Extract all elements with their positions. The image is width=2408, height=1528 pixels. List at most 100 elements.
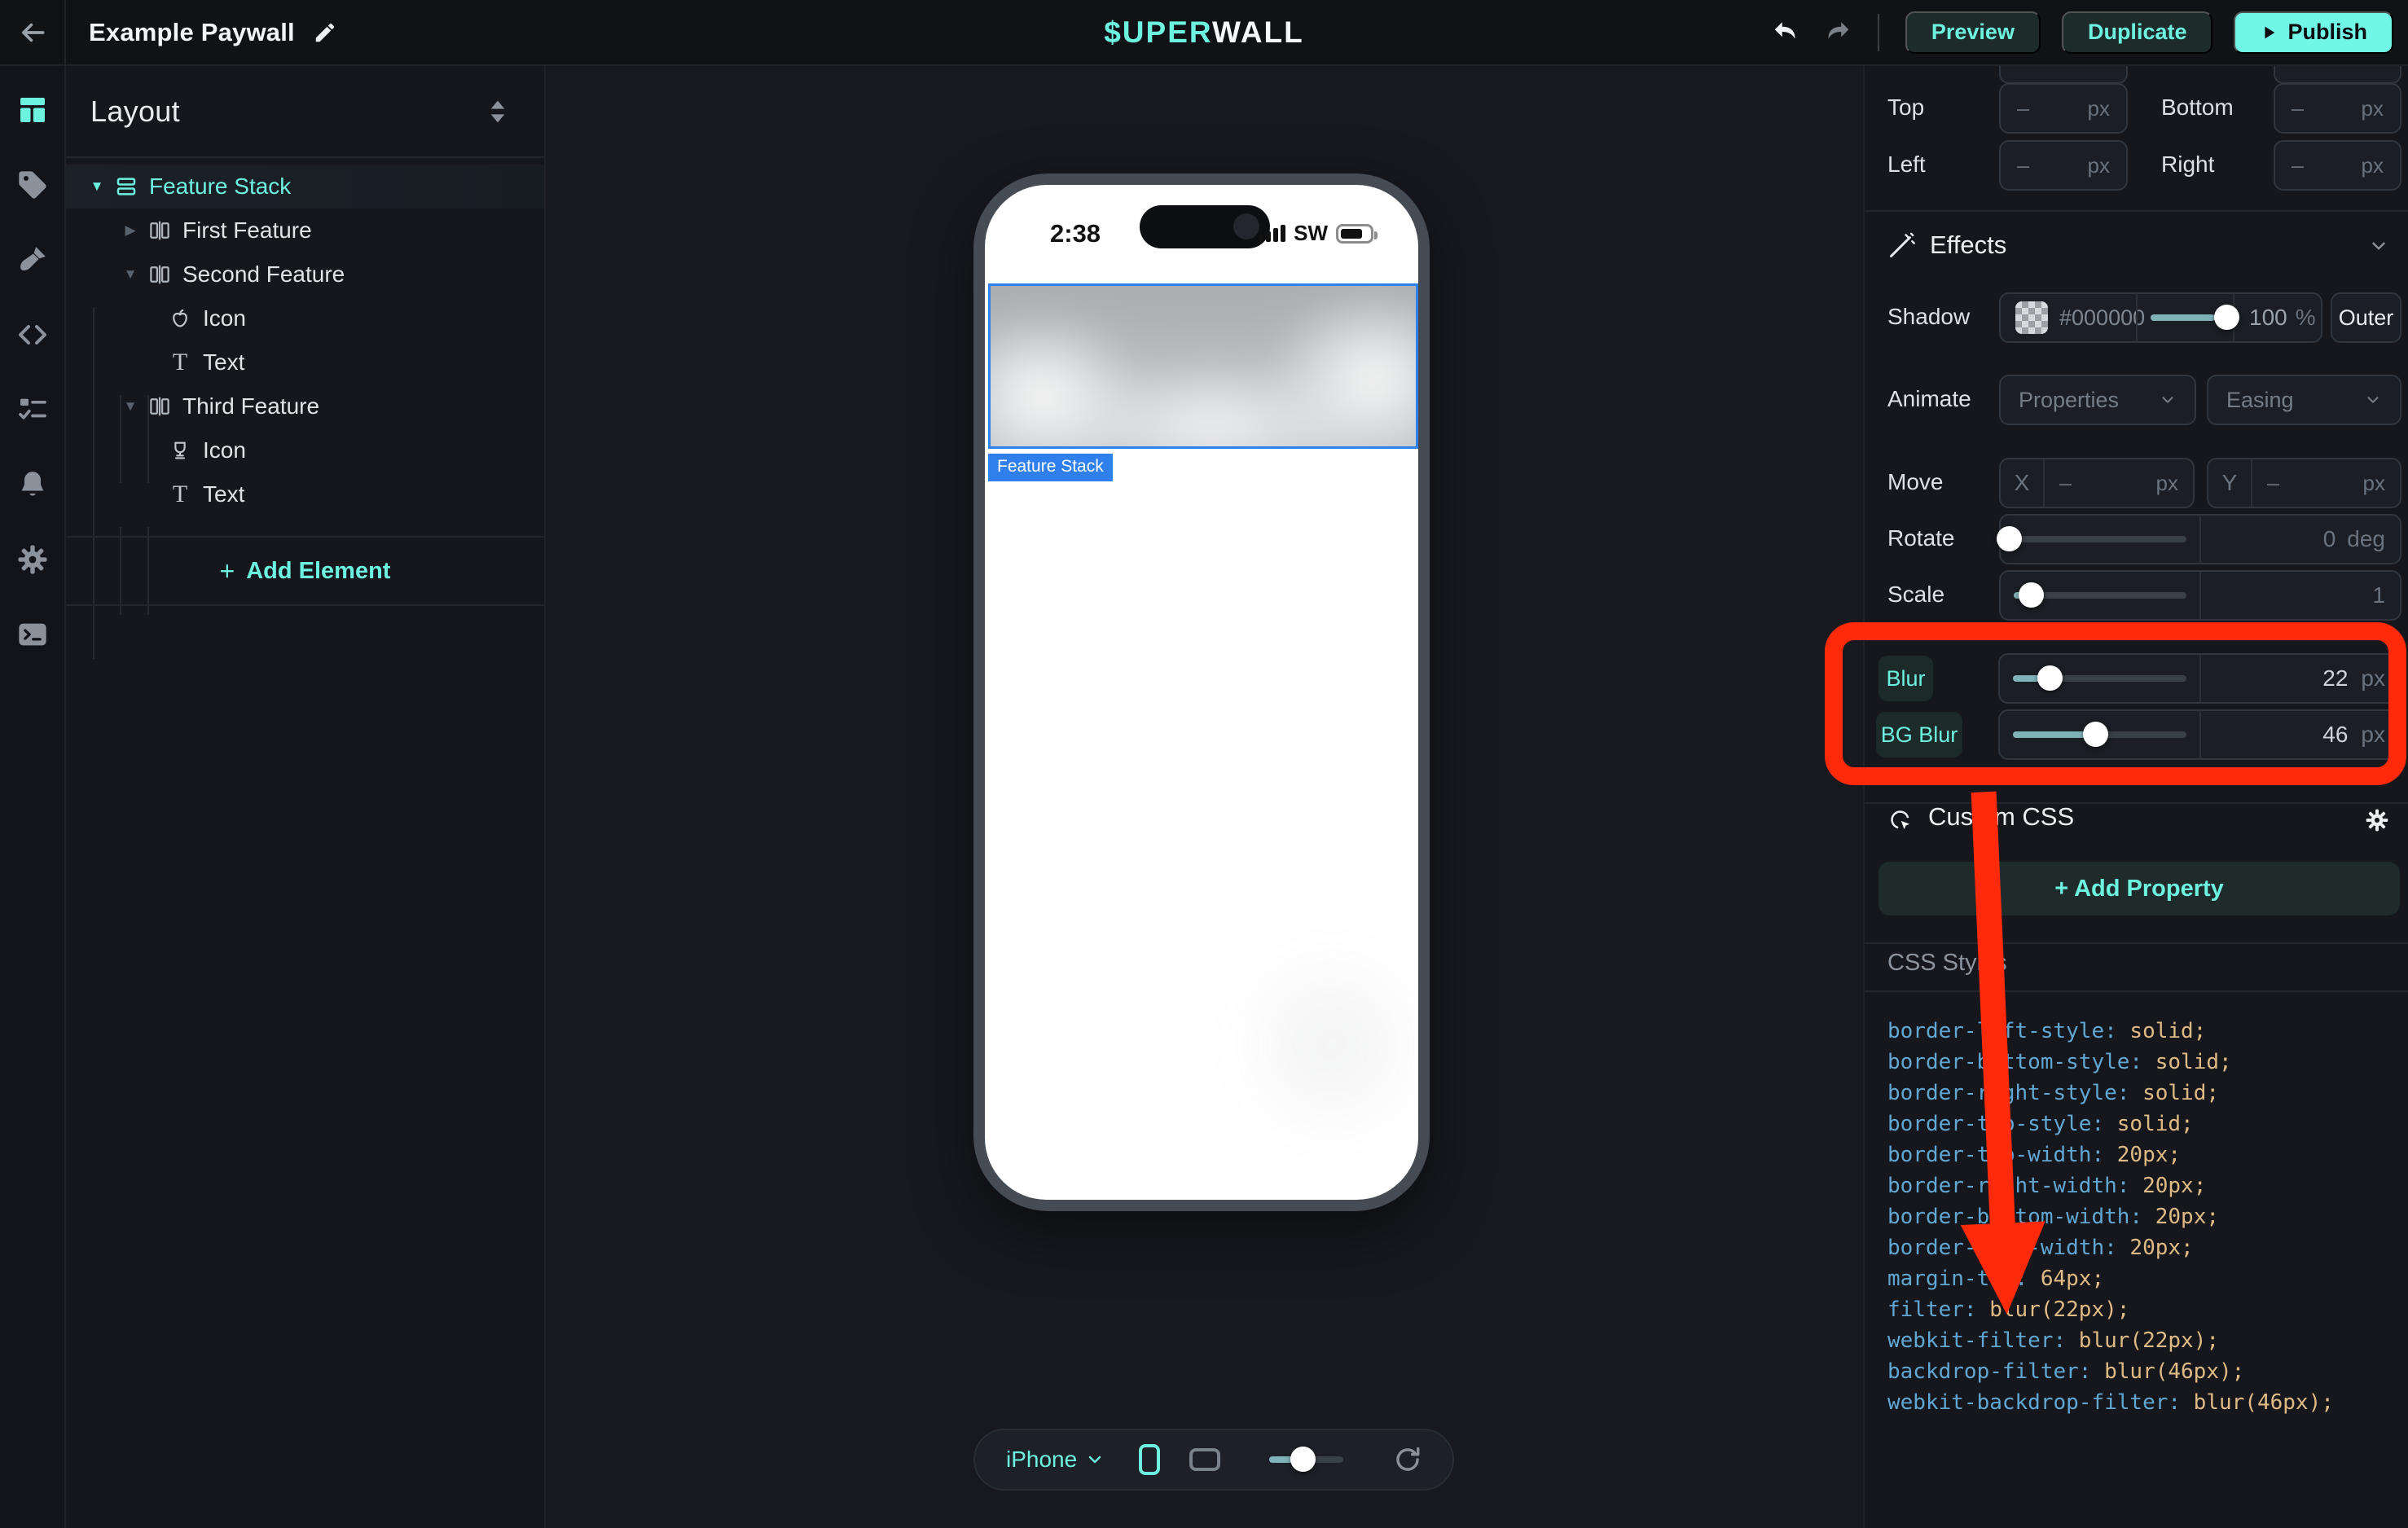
percent-unit: %: [2296, 305, 2316, 331]
move-y-input[interactable]: Y – px: [2207, 458, 2401, 508]
chevron-down-icon[interactable]: [1085, 1450, 1105, 1469]
effects-header[interactable]: Effects: [1865, 222, 2408, 268]
layout-icon: [16, 94, 49, 126]
bg-blur-value-field[interactable]: 46 px: [2199, 711, 2401, 758]
tree-row-label: Third Feature: [182, 393, 319, 419]
unit-label: px: [2363, 471, 2385, 496]
rail-code-item[interactable]: [16, 318, 49, 351]
css-code-block[interactable]: border-left-style: solid;border-bottom-s…: [1887, 1016, 2334, 1418]
add-property-button[interactable]: + Add Property: [1879, 862, 2400, 915]
tree-row-label: Text: [203, 349, 244, 375]
add-element-button[interactable]: + Add Element: [66, 536, 544, 606]
back-button[interactable]: [0, 0, 66, 64]
bg-blur-row: BG Blur 46 px: [1865, 709, 2408, 760]
caret-icon[interactable]: ▶: [115, 222, 146, 239]
dropdown-value: Properties: [2019, 388, 2119, 413]
preview-button[interactable]: Preview: [1905, 11, 2041, 54]
status-time: 2:38: [1050, 219, 1101, 248]
rail-products-item[interactable]: [16, 169, 49, 201]
tree-row-second-feature[interactable]: ▼ Second Feature: [66, 252, 544, 296]
shadow-opacity-field[interactable]: 100 %: [2233, 294, 2321, 341]
columns-icon: [146, 217, 174, 244]
tree-row-label: First Feature: [182, 217, 312, 244]
phone-screen[interactable]: Feature Stack 2:38 SW: [985, 185, 1418, 1200]
css-settings-gear-icon[interactable]: [2364, 807, 2390, 833]
chevron-down-icon: [2364, 391, 2382, 409]
custom-css-header[interactable]: Custom CSS: [1865, 797, 2408, 843]
left-input[interactable]: – px: [1999, 140, 2128, 191]
shadow-opacity-slider[interactable]: [2136, 294, 2233, 341]
bottom-input[interactable]: – px: [2274, 83, 2401, 134]
battery-icon: [1336, 224, 1373, 244]
tree-row-icon[interactable]: Icon: [66, 296, 544, 340]
publish-button[interactable]: Publish: [2234, 11, 2393, 54]
color-swatch[interactable]: [2015, 301, 2048, 334]
chevron-down-icon[interactable]: [2368, 235, 2389, 257]
tree-row-feature-stack[interactable]: ▼ Feature Stack: [66, 165, 544, 209]
sort-icon[interactable]: [487, 99, 508, 124]
right-input[interactable]: – px: [2274, 140, 2401, 191]
slider-knob[interactable]: [1290, 1447, 1316, 1472]
move-x-input[interactable]: X – px: [1999, 458, 2195, 508]
rail-console-item[interactable]: [16, 618, 49, 651]
shadow-outer-button[interactable]: Outer: [2331, 292, 2401, 343]
scale-slider[interactable]: [2001, 572, 2199, 619]
selected-feature-stack[interactable]: [988, 283, 1418, 449]
rotate-value-field[interactable]: 0 deg: [2199, 516, 2400, 563]
shadow-color-field[interactable]: #000000: [2001, 294, 2136, 341]
layout-panel-title: Layout: [90, 94, 180, 129]
caret-icon[interactable]: ▼: [115, 266, 146, 283]
apple-icon: [166, 305, 194, 332]
scale-value-field[interactable]: 1: [2199, 572, 2400, 619]
bg-blur-pill-label[interactable]: BG Blur: [1876, 712, 1962, 757]
edit-pencil-icon[interactable]: [313, 20, 337, 45]
placeholder: –: [2059, 471, 2072, 496]
device-toolbar: iPhone: [973, 1429, 1454, 1491]
rail-theme-item[interactable]: [16, 244, 49, 276]
blur-pill-label[interactable]: Blur: [1879, 656, 1933, 701]
undo-icon[interactable]: [1772, 18, 1801, 47]
cropped-input[interactable]: [2274, 66, 2401, 84]
scale-label: Scale: [1887, 582, 1944, 608]
text-icon: T: [166, 481, 194, 508]
rotate-slider[interactable]: [2001, 516, 2199, 563]
portrait-icon[interactable]: [1139, 1444, 1160, 1475]
paintbrush-icon: [16, 244, 49, 276]
blur-value-field[interactable]: 22 px: [2199, 655, 2401, 702]
animate-easing-dropdown[interactable]: Easing: [2207, 375, 2401, 425]
tree-row-third-feature[interactable]: ▼ Third Feature: [66, 384, 544, 428]
tree-row-first-feature[interactable]: ▶ First Feature: [66, 209, 544, 252]
device-select[interactable]: iPhone: [1006, 1447, 1077, 1473]
selection-badge: Feature Stack: [988, 454, 1113, 481]
rail-notifications-item[interactable]: [16, 468, 49, 501]
duplicate-button[interactable]: Duplicate: [2062, 11, 2213, 54]
rail-checklist-item[interactable]: [16, 393, 49, 426]
cropped-input[interactable]: [1999, 66, 2128, 84]
caret-icon[interactable]: ▼: [81, 178, 112, 195]
zoom-slider[interactable]: [1256, 1443, 1356, 1476]
rail-settings-item[interactable]: [16, 543, 49, 576]
camera-icon: [1233, 213, 1259, 239]
right-label: Right: [2161, 151, 2214, 178]
logo-white-part: WALL: [1212, 15, 1304, 49]
landscape-icon[interactable]: [1189, 1448, 1220, 1471]
dropdown-value: Easing: [2226, 388, 2294, 413]
redo-icon[interactable]: [1822, 18, 1852, 47]
top-input[interactable]: – px: [1999, 83, 2128, 134]
bg-blur-slider[interactable]: [2000, 711, 2199, 758]
bell-icon: [16, 468, 49, 501]
inspector-panel: Top – px Bottom – px Left – px Right – p…: [1863, 66, 2408, 1528]
left-label: Left: [1887, 151, 1926, 178]
layout-panel: Layout ▼ Feature Stack ▶ First Feature ▼…: [66, 66, 546, 1528]
tree-row-text[interactable]: T Text: [66, 472, 544, 516]
tree-row-text[interactable]: T Text: [66, 340, 544, 384]
rotate-value: 0: [2323, 526, 2336, 552]
animate-properties-dropdown[interactable]: Properties: [1999, 375, 2196, 425]
rail-layout-item[interactable]: [16, 94, 49, 126]
columns-icon: [146, 261, 174, 288]
tree-row-icon[interactable]: Icon: [66, 428, 544, 472]
canvas[interactable]: Feature Stack 2:38 SW iPhone: [547, 66, 1863, 1528]
bg-blur-value: 46: [2322, 722, 2348, 748]
refresh-icon[interactable]: [1394, 1446, 1422, 1473]
blur-slider[interactable]: [2000, 655, 2199, 702]
